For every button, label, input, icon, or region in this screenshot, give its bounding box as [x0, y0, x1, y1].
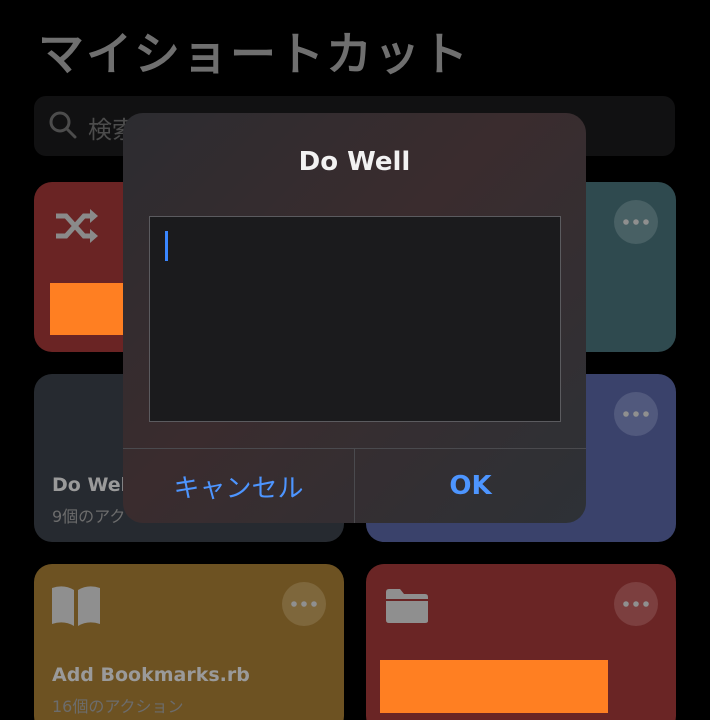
dialog-text-field[interactable] — [149, 216, 561, 422]
more-button[interactable] — [614, 582, 658, 626]
more-button[interactable] — [614, 392, 658, 436]
more-button[interactable] — [282, 582, 326, 626]
text-caret — [165, 231, 168, 261]
ok-button[interactable]: OK — [355, 449, 586, 523]
shortcut-name: Do Wel — [52, 474, 128, 496]
page-title: マイショートカット — [38, 27, 470, 81]
shortcut-name: Add Bookmarks.rb — [52, 664, 250, 686]
text-input-dialog: Do Well キャンセル OK — [123, 113, 586, 523]
book-icon — [50, 584, 102, 632]
folder-icon — [384, 588, 430, 628]
shortcut-card[interactable] — [366, 564, 676, 720]
dialog-title: Do Well — [298, 147, 411, 177]
cancel-button[interactable]: キャンセル — [123, 449, 354, 523]
shortcut-action-count: 16個のアクション — [52, 697, 184, 716]
search-icon — [48, 110, 78, 144]
shuffle-icon — [54, 206, 100, 250]
shortcut-action-count: 9個のアク — [52, 507, 126, 526]
shortcut-card[interactable]: Add Bookmarks.rb 16個のアクション — [34, 564, 344, 720]
redaction-block — [380, 660, 608, 713]
more-button[interactable] — [614, 200, 658, 244]
